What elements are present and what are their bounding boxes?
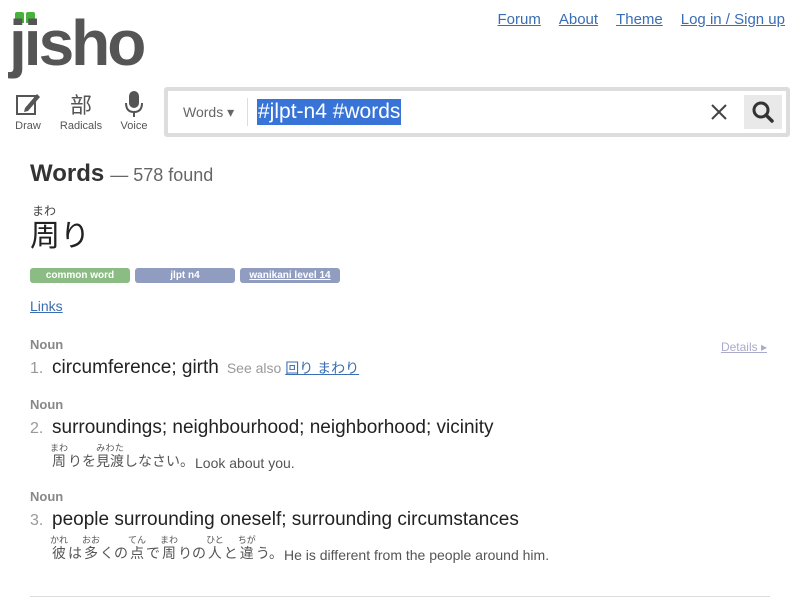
- sentence-text: で: [146, 545, 161, 561]
- results-count: — 578 found: [110, 165, 214, 185]
- meaning-line: 2. surroundings; neighbourhood; neighbor…: [30, 417, 770, 439]
- results-title: Words: [30, 160, 105, 187]
- login-link[interactable]: Log in / Sign up: [681, 11, 785, 28]
- sentence-text: りの: [178, 545, 207, 561]
- results-section: Words — 578 found まわ 周り common word jlpt…: [30, 160, 770, 563]
- close-icon: [711, 104, 727, 120]
- part-of-speech: Noun: [30, 337, 64, 352]
- voice-button[interactable]: Voice: [116, 90, 152, 132]
- see-also-label: See also: [226, 360, 282, 376]
- top-nav: Forum About Theme Log in / Sign up: [498, 11, 785, 28]
- meaning-definition: people surrounding oneself; surrounding …: [52, 509, 519, 530]
- ruby-word: 点てん: [128, 535, 147, 561]
- example-sentence: 彼かれ は 多おお くの 点てん で 周まわ りの 人ひと と 違ちが う。 H…: [50, 535, 770, 563]
- meaning-number: 1.: [30, 360, 44, 377]
- logo-text: jisho: [9, 7, 146, 79]
- tag-common-word: common word: [30, 268, 130, 283]
- entry-tags: common word jlpt n4 wanikani level 14: [30, 268, 770, 283]
- meaning-item: Noun 2. surroundings; neighbourhood; nei…: [30, 397, 770, 471]
- voice-label: Voice: [120, 120, 148, 132]
- part-of-speech: Noun: [30, 397, 64, 412]
- input-tools: Draw 部 Radicals Voice: [10, 90, 152, 132]
- forum-link[interactable]: Forum: [498, 11, 541, 28]
- search-button[interactable]: [744, 95, 782, 129]
- example-sentence: 周まわ りを 見渡みわた しなさい。 Look about you.: [50, 443, 770, 471]
- search-query: #jlpt-n4 #words: [257, 99, 402, 125]
- meaning-item: Noun 3. people surrounding oneself; surr…: [30, 489, 770, 563]
- meaning-number: 2.: [30, 420, 44, 437]
- meaning-line: 1. circumference; girth See also 回り まわり: [30, 357, 770, 379]
- see-also: See also 回り まわり: [227, 358, 359, 378]
- ruby-word: 人ひと: [206, 535, 224, 561]
- ruby-word: 彼かれ: [50, 535, 69, 561]
- radicals-button[interactable]: 部 Radicals: [58, 90, 104, 132]
- results-heading: Words — 578 found: [30, 160, 770, 188]
- pencil-icon: [15, 90, 41, 118]
- sentence-text: と: [223, 545, 238, 561]
- draw-button[interactable]: Draw: [10, 90, 46, 132]
- details-link[interactable]: Details ▸: [721, 340, 767, 354]
- tag-jlpt: jlpt n4: [135, 268, 235, 283]
- microphone-icon: [124, 90, 144, 118]
- sentence-translation: He is different from the people around h…: [283, 547, 550, 563]
- ruby-word: 見渡みわた: [96, 443, 125, 469]
- meaning-number: 3.: [30, 512, 44, 529]
- ruby-word: 周まわ: [160, 535, 179, 561]
- meaning-line: 3. people surrounding oneself; surroundi…: [30, 509, 770, 531]
- sentence-text: しなさい。: [124, 453, 195, 469]
- search-scope-dropdown[interactable]: Words ▾: [168, 98, 248, 126]
- ruby-word: 違ちが: [237, 535, 256, 561]
- search-bar: Words ▾ #jlpt-n4 #words: [164, 87, 790, 137]
- draw-label: Draw: [15, 120, 41, 132]
- search-icon: [752, 101, 774, 123]
- about-link[interactable]: About: [559, 11, 598, 28]
- sentence-text: は: [68, 545, 83, 561]
- entry-links[interactable]: Links: [30, 298, 770, 314]
- jisho-logo[interactable]: jisho: [9, 7, 146, 79]
- entry-furigana: まわ: [32, 204, 57, 218]
- sentence-translation: Look about you.: [195, 455, 295, 471]
- ruby-word: 多おお: [82, 535, 101, 561]
- entry-word[interactable]: 周り: [30, 220, 770, 254]
- radicals-label: Radicals: [59, 120, 103, 132]
- meaning-definition: surroundings; neighbourhood; neighborhoo…: [52, 417, 494, 438]
- ruby-word: 周まわ: [50, 443, 69, 469]
- meaning-item: Noun 1. circumference; girth See also 回り…: [30, 337, 770, 379]
- entry-divider: [30, 596, 770, 597]
- tag-wanikani[interactable]: wanikani level 14: [240, 268, 340, 283]
- sentence-text: う。: [255, 545, 283, 561]
- clear-search-button[interactable]: [704, 97, 734, 127]
- part-of-speech: Noun: [30, 489, 64, 504]
- theme-link[interactable]: Theme: [616, 11, 663, 28]
- sentence-text: くの: [100, 545, 129, 561]
- search-input[interactable]: #jlpt-n4 #words: [248, 97, 704, 127]
- meaning-definition: circumference; girth: [52, 357, 219, 378]
- see-also-link[interactable]: 回り まわり: [285, 360, 359, 376]
- sentence-text: りを: [68, 453, 97, 469]
- radicals-icon: 部: [69, 93, 92, 118]
